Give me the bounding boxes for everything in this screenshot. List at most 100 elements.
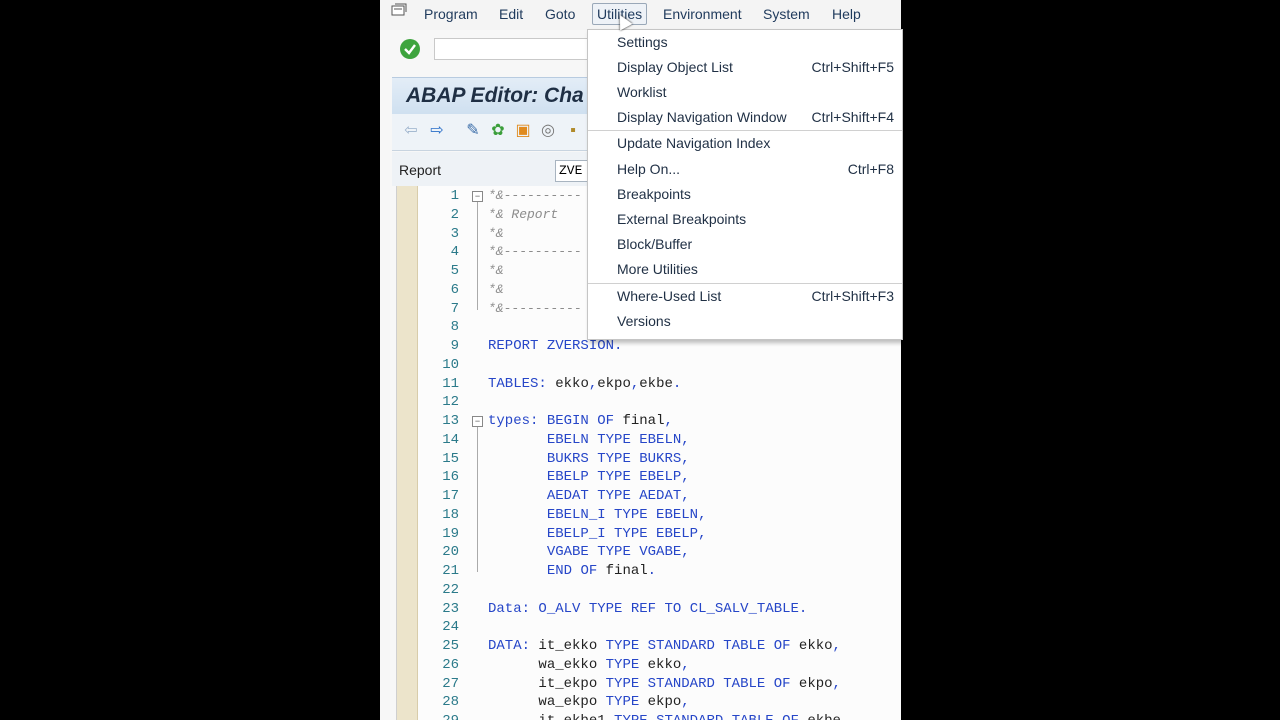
forward-arrow-icon[interactable]: ⇨ [428,122,446,140]
menu-option-display-navigation-window[interactable]: Display Navigation Window Ctrl+Shift+F4 [588,105,902,130]
code-line[interactable]: EBELN TYPE EBELN, [488,431,690,450]
code-line[interactable]: DATA: it_ekko TYPE STANDARD TABLE OF ekk… [488,637,841,656]
line-number: 19 [442,525,459,542]
line-number: 8 [450,319,459,336]
menu-option-block-buffer[interactable]: Block/Buffer [588,232,902,257]
menu-program[interactable]: Program [420,3,482,25]
code-line[interactable]: EBELN_I TYPE EBELN, [488,506,707,525]
more-toolbar-icon[interactable]: ▪ [564,122,582,140]
menu-option-update-navigation-index[interactable]: Update Navigation Index [588,131,902,156]
code-line[interactable]: AEDAT TYPE AEDAT, [488,487,690,506]
line-number: 21 [442,563,459,579]
menu-option-label: External Breakpoints [617,211,747,227]
line-number: 22 [442,581,459,598]
menu-option-label: Block/Buffer [617,236,693,252]
menu-option-label: Help On... [617,161,681,177]
code-line[interactable]: types: BEGIN OF final, [488,412,673,431]
code-line[interactable]: END OF final. [488,562,656,581]
code-line[interactable]: BUKRS TYPE BUKRS, [488,450,690,469]
code-line[interactable]: wa_ekpo TYPE ekpo, [488,693,689,712]
enter-check-icon[interactable] [400,39,420,59]
line-number: 29 [417,712,459,720]
line-number: 20 [442,544,459,561]
fold-guide [477,427,478,572]
menu-option-worklist[interactable]: Worklist [588,80,902,105]
code-line[interactable]: *& [488,225,504,244]
fold-toggle-icon[interactable]: − [472,191,483,202]
menu-option-shortcut: Ctrl+F8 [847,161,894,177]
fold-guide [477,202,478,310]
menu-option-display-object-list[interactable]: Display Object List Ctrl+Shift+F5 [588,55,902,80]
menu-option-shortcut: Ctrl+Shift+F3 [811,288,894,304]
menu-edit[interactable]: Edit [495,3,527,25]
menu-option-label: Where-Used List [617,288,722,304]
line-number: 16 [442,469,459,486]
code-line[interactable]: it_ekpo TYPE STANDARD TABLE OF ekpo, [488,675,841,694]
code-line[interactable]: *&---------- [488,187,582,206]
menu-option-label: Breakpoints [617,186,691,202]
line-number: 2 [450,206,459,223]
activate-icon[interactable]: ▣ [514,122,532,140]
menu-option-versions[interactable]: Versions [588,309,902,334]
menu-option-label: Versions [617,313,671,329]
command-field[interactable] [434,38,604,60]
line-number: 23 [442,600,459,617]
line-number: 15 [442,450,459,467]
fold-column: − − [471,186,485,720]
menu-option-help-on[interactable]: Help On... Ctrl+F8 [588,157,902,182]
toggle-display-change-icon[interactable]: ✎ [464,122,482,140]
code-line[interactable]: wa_ekko TYPE ekko, [488,656,689,675]
code-line[interactable]: *& Report [488,206,558,225]
menu-option-label: Display Navigation Window [617,109,787,125]
code-line[interactable]: EBELP TYPE EBELP, [488,468,690,487]
back-arrow-icon[interactable]: ⇦ [402,122,420,140]
line-number: 4 [450,244,459,261]
line-number: 11 [442,375,459,392]
menu-option-label: More Utilities [617,261,698,277]
line-number: 28 [442,694,459,711]
editor-gutter [397,186,418,720]
code-line[interactable]: *&---------- [488,243,582,262]
menu-option-settings[interactable]: Settings [588,30,902,55]
code-line[interactable]: *& [488,281,504,300]
menu-environment[interactable]: Environment [659,3,746,25]
menu-goto[interactable]: Goto [541,3,579,25]
report-label: Report [399,162,442,178]
code-line[interactable]: VGABE TYPE VGABE, [488,543,690,562]
page-title: ABAP Editor: Cha [406,84,584,107]
utilities-dropdown-menu: Settings Display Object List Ctrl+Shift+F5… [587,29,903,340]
check-syntax-icon[interactable]: ✿ [489,122,507,140]
menu-option-where-used-list[interactable]: Where-Used List Ctrl+Shift+F3 [588,284,902,309]
line-number: 26 [442,656,459,673]
menu-system[interactable]: System [759,3,814,25]
line-number: 18 [442,506,459,523]
line-number: 3 [450,225,459,242]
menu-option-more-utilities[interactable]: More Utilities [588,257,902,282]
code-line[interactable]: Data: O_ALV TYPE REF TO CL_SALV_TABLE. [488,600,807,619]
line-number: 5 [450,263,459,279]
where-used-icon[interactable]: ◎ [539,122,557,140]
fold-toggle-icon[interactable]: − [472,416,483,427]
line-number: 14 [442,431,459,448]
code-line[interactable]: *& [488,262,504,281]
menu-option-label: Display Object List [617,59,733,75]
system-menu-icon[interactable] [391,3,408,17]
line-number: 7 [450,300,459,317]
menu-option-label: Worklist [617,84,667,100]
line-numbers: 1 2 3 4 5 6 7 8 9 10 11 12 13 14 15 16 17 18 19 20 21 22 23 24 2… [417,186,459,720]
menu-option-shortcut: Ctrl+Shift+F5 [811,59,894,75]
menu-separator [588,130,902,131]
menu-option-external-breakpoints[interactable]: External Breakpoints [588,207,902,232]
menu-option-breakpoints[interactable]: Breakpoints [588,182,902,207]
menu-option-shortcut: Ctrl+Shift+F4 [811,109,894,125]
menu-bar: Program Edit Goto Utilities Environment … [380,0,901,30]
code-line[interactable]: TABLES: ekko,ekpo,ekbe. [488,375,681,394]
code-line[interactable]: EBELP_I TYPE EBELP, [488,525,707,544]
code-line[interactable]: it_ekbe1 TYPE STANDARD TABLE OF ekbe [488,712,841,720]
line-number: 27 [442,675,459,692]
code-line[interactable]: *&---------- [488,300,582,319]
menu-help[interactable]: Help [828,3,865,25]
line-number: 9 [450,338,459,354]
line-number: 6 [450,281,459,298]
menu-option-label: Update Navigation Index [617,135,771,151]
